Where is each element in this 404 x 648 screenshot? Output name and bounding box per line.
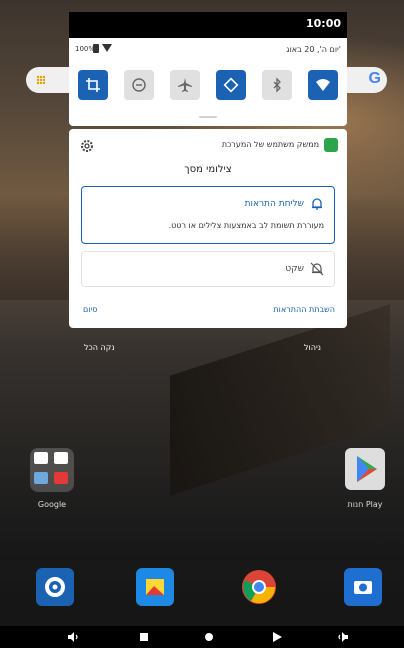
battery-percent: 100%	[75, 45, 96, 53]
back-icon[interactable]	[270, 630, 284, 644]
done-button[interactable]: סיום	[83, 305, 97, 314]
navigation-bar	[0, 626, 404, 648]
chrome-app-icon[interactable]	[240, 568, 278, 606]
alerting-label: שליחת התראות	[244, 199, 304, 209]
app-name: ממשק משתמש של המערכת	[221, 140, 319, 149]
apps-dots-icon	[36, 75, 46, 85]
clock: 10:00	[305, 17, 341, 30]
quick-settings-panel: 100% יום ה', 20 באוג'	[69, 38, 347, 126]
settings-app-icon[interactable]	[36, 568, 74, 606]
silent-option[interactable]: שקט	[81, 251, 335, 287]
recents-icon[interactable]	[137, 630, 151, 644]
tile-auto-rotate[interactable]	[216, 70, 246, 100]
system-ui-app-icon	[324, 138, 338, 152]
youtube-icon	[54, 472, 68, 484]
silent-label: שקט	[285, 264, 304, 274]
battery-icon	[93, 44, 99, 53]
maps-icon	[34, 472, 48, 484]
folder-label: Google	[37, 500, 67, 509]
photos-app-icon[interactable]	[136, 568, 174, 606]
search-bar-left[interactable]	[26, 67, 70, 93]
dnd-icon	[132, 78, 146, 92]
google-g-icon: G	[368, 70, 381, 87]
gear-icon[interactable]	[79, 138, 95, 154]
volume-up-icon[interactable]	[336, 630, 350, 644]
play-store-label: חנות Play	[347, 500, 383, 509]
tile-airplane[interactable]	[170, 70, 200, 100]
bluetooth-icon	[273, 77, 281, 93]
date[interactable]: יום ה', 20 באוג'	[286, 45, 341, 54]
bell-off-icon	[310, 262, 324, 276]
camera-app-icon[interactable]	[344, 568, 382, 606]
quick-settings-header: 100% יום ה', 20 באוג'	[69, 38, 347, 60]
wifi-icon	[316, 79, 330, 91]
tile-bluetooth[interactable]	[262, 70, 292, 100]
clear-all-button[interactable]: נקה הכל	[84, 343, 115, 352]
tile-crop[interactable]	[78, 70, 108, 100]
wifi-status-icon	[102, 44, 112, 52]
notification-channel-title: צילומי מסך	[184, 164, 232, 175]
turn-off-notifications-button[interactable]: השבתת ההתראות	[273, 305, 335, 314]
tile-wifi[interactable]	[308, 70, 338, 100]
gmail-icon	[34, 452, 48, 464]
tile-do-not-disturb[interactable]	[124, 70, 154, 100]
crop-icon	[86, 78, 100, 92]
drag-handle[interactable]	[199, 116, 217, 118]
status-bar: 10:00	[69, 12, 347, 38]
volume-down-icon[interactable]	[66, 630, 80, 644]
bell-icon	[312, 198, 322, 210]
alerting-description: מעוררת תשומת לב באמצעות צלילים או רטט.	[168, 221, 324, 230]
play-store-icon[interactable]	[345, 448, 385, 490]
airplane-icon	[178, 78, 192, 92]
manage-button[interactable]: ניהול	[304, 343, 321, 352]
notification-settings-card: ממשק משתמש של המערכת צילומי מסך שליחת הת…	[69, 129, 347, 328]
home-icon[interactable]	[202, 630, 216, 644]
alerting-option[interactable]: שליחת התראות מעוררת תשומת לב באמצעות צלי…	[81, 186, 335, 244]
google-folder[interactable]	[30, 448, 74, 492]
search-bar-right[interactable]: G	[347, 67, 387, 93]
google-icon	[54, 452, 68, 464]
quick-settings-tiles	[69, 70, 347, 104]
auto-rotate-icon	[223, 77, 239, 93]
